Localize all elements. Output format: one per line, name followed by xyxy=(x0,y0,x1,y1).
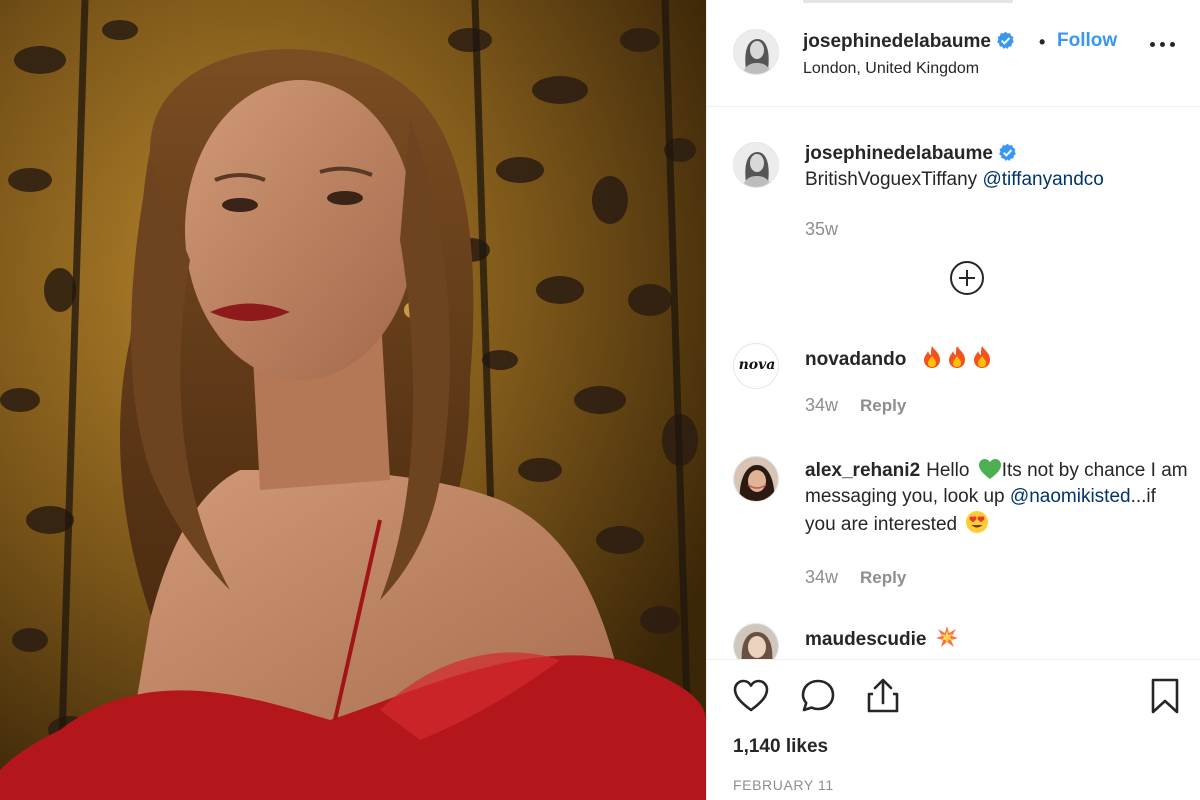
follow-button[interactable]: Follow xyxy=(1057,30,1117,52)
caption-text: BritishVoguexTiffany xyxy=(805,169,978,190)
clipped-header-ghost xyxy=(803,0,1013,3)
verified-badge-icon xyxy=(997,31,1014,49)
comment-username[interactable]: novadando xyxy=(805,349,906,370)
comment-age[interactable]: 34w xyxy=(805,395,838,415)
author-avatar-image xyxy=(734,30,778,74)
top-strip xyxy=(707,0,1200,6)
comment-text-block: alex_rehani2 Hello Its not by chance I am… xyxy=(805,458,1191,538)
fire-emoji-icon xyxy=(973,346,990,368)
fire-emoji-icon xyxy=(923,346,940,368)
post-photo[interactable] xyxy=(0,0,706,800)
comment-avatar[interactable] xyxy=(733,456,779,502)
comment-text-block: novadando xyxy=(805,345,1191,373)
comment-avatar[interactable]: nova xyxy=(733,343,779,389)
comments-list[interactable]: josephinedelabaume BritishVoguexTiffany … xyxy=(707,107,1200,659)
heart-eyes-emoji-icon xyxy=(966,511,989,533)
caption-username-text[interactable]: josephinedelabaume xyxy=(805,143,993,164)
likes-count[interactable]: 1,140 likes xyxy=(733,736,828,758)
nova-logo: nova xyxy=(738,357,776,373)
post-location[interactable]: London, United Kingdom xyxy=(803,60,979,78)
author-username[interactable]: josephinedelabaume xyxy=(803,31,1015,53)
caption-mention-link[interactable]: @tiffanyandco xyxy=(982,169,1103,190)
comment-username[interactable]: maudescudie xyxy=(805,629,926,650)
share-icon[interactable] xyxy=(863,676,903,716)
caption-text-block: josephinedelabaume BritishVoguexTiffany … xyxy=(805,141,1191,193)
comment-text-part1: Hello xyxy=(926,460,970,481)
verified-badge-icon xyxy=(999,143,1016,161)
post-image xyxy=(0,0,706,800)
comments-divider xyxy=(707,659,1200,660)
like-heart-icon[interactable] xyxy=(731,676,771,716)
collision-emoji-icon xyxy=(936,626,959,647)
post-date[interactable]: FEBRUARY 11 xyxy=(733,777,834,793)
reply-button[interactable]: Reply xyxy=(860,568,906,587)
post-actions-bar xyxy=(707,672,1200,728)
caption-avatar[interactable] xyxy=(733,142,779,188)
reply-button[interactable]: Reply xyxy=(860,396,906,415)
green-heart-emoji-icon xyxy=(978,459,1001,479)
comment-avatar-image xyxy=(734,457,778,501)
separator-dot: • xyxy=(1039,32,1046,52)
comment-username[interactable]: alex_rehani2 xyxy=(805,460,920,481)
author-username-text[interactable]: josephinedelabaume xyxy=(803,31,991,52)
comment-avatar[interactable] xyxy=(733,623,779,659)
post-details-panel: josephinedelabaume • Follow London, Unit… xyxy=(706,0,1200,800)
caption-username[interactable]: josephinedelabaume xyxy=(805,143,1017,164)
caption-avatar-image xyxy=(734,143,778,187)
comment-meta: 34w Reply xyxy=(805,395,906,416)
caption-meta: 35w xyxy=(805,219,838,240)
comment-meta: 34w Reply xyxy=(805,567,906,588)
comment-mention-link[interactable]: @naomikisted xyxy=(1010,486,1131,507)
post-header: josephinedelabaume • Follow London, Unit… xyxy=(707,18,1200,106)
comment-icon[interactable] xyxy=(798,676,838,716)
comment-text-block: maudescudie xyxy=(805,625,1191,653)
comment-age[interactable]: 34w xyxy=(805,567,838,587)
save-bookmark-icon[interactable] xyxy=(1145,676,1185,716)
fire-emoji-icon xyxy=(948,346,965,368)
caption-age[interactable]: 35w xyxy=(805,219,838,239)
author-avatar[interactable] xyxy=(733,29,779,75)
more-options-icon[interactable] xyxy=(1149,34,1177,54)
comment-avatar-image xyxy=(734,624,778,659)
load-more-plus-icon[interactable] xyxy=(950,261,984,295)
